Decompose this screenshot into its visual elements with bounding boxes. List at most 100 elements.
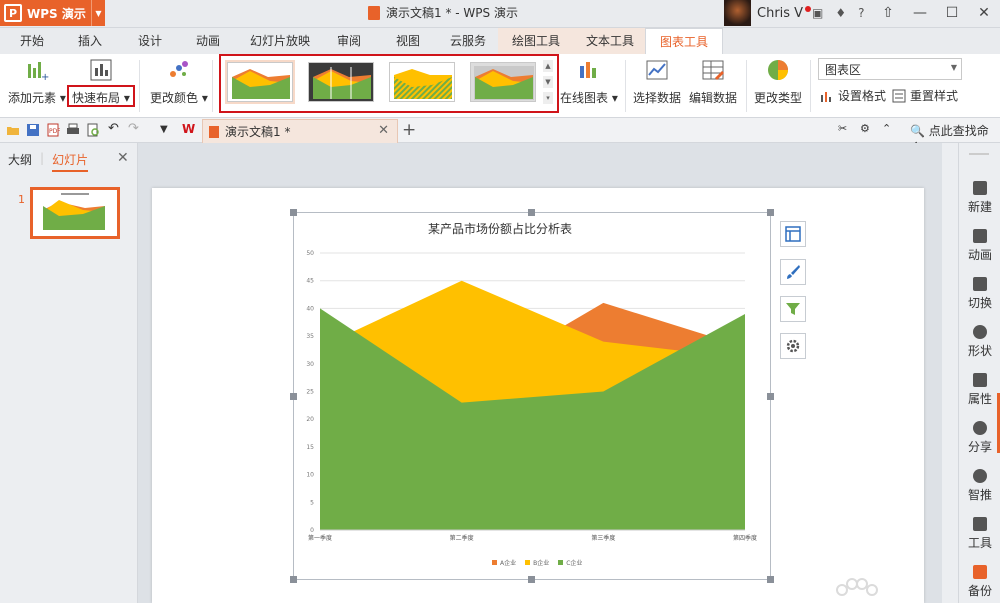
resize-handle[interactable] [290,393,297,400]
drag-grip-icon[interactable] [969,153,989,155]
gallery-up-icon[interactable]: ▲ [543,60,553,72]
online-chart-button[interactable]: 在线图表 ▾ [560,58,618,106]
undo-icon[interactable]: ↶ [108,121,122,136]
pane-properties[interactable]: 属性 [959,373,1000,407]
user-area[interactable]: Chris V [724,0,812,26]
avatar[interactable] [724,0,751,26]
tab-chart-tools[interactable]: 图表工具 [645,28,724,54]
maximize-icon[interactable]: ☐ [936,0,968,26]
edit-data-button[interactable]: 编辑数据 [689,58,737,106]
quick-access-dropdown-icon[interactable]: ▼ [160,124,174,138]
open-folder-icon[interactable] [6,123,20,137]
chart-elements-button[interactable] [780,221,806,247]
chart-style-2[interactable] [308,62,374,102]
user-name[interactable]: Chris V [757,6,803,21]
new-tab-icon[interactable]: + [402,120,416,140]
tab-drawing-tools[interactable]: 绘图工具 [498,28,575,54]
pane-transition-label: 切换 [967,296,992,310]
window-title: 演示文稿1 * - WPS 演示 [368,4,518,21]
export-pdf-icon[interactable]: PDF [46,123,60,137]
help-icon[interactable]: ? [858,6,864,20]
chart-legend[interactable]: A企业 B企业 C企业 [492,558,582,567]
resize-handle[interactable] [528,209,535,216]
pin-icon[interactable]: ⇧ [872,0,904,26]
app-menu-button[interactable]: P WPS 演示 ▼ [0,0,105,26]
chart-title[interactable]: 某产品市场份额占比分析表 [0,220,1000,237]
svg-text:PDF: PDF [49,128,60,135]
filter-icon [786,303,800,315]
change-type-button[interactable]: 更改类型 [754,58,802,106]
divider [139,60,140,112]
print-preview-icon[interactable] [86,123,100,137]
gallery-more-icon[interactable]: ▾ [543,92,553,104]
app-name: WPS 演示 [27,6,86,21]
task-pane-bar: 新建 动画 切换 形状 属性 分享 智推 工具 备份 [958,143,1000,603]
panel-tabs: 大纲 | 幻灯片 [8,151,89,172]
redo-icon[interactable]: ↷ [128,121,142,136]
resize-handle[interactable] [767,576,774,583]
resize-handle[interactable] [290,576,297,583]
tab-animation[interactable]: 动画 [196,32,220,49]
resize-handle[interactable] [290,209,297,216]
collapse-ribbon-icon[interactable]: ⌃ [882,122,896,136]
tab-slideshow[interactable]: 幻灯片放映 [250,32,310,49]
pane-smart[interactable]: 智推 [959,469,1000,503]
add-element-button[interactable]: + 添加元素 ▾ [8,58,66,106]
tab-home[interactable]: 开始 [20,32,44,49]
pane-animation[interactable]: 动画 [959,229,1000,263]
tab-text-tools[interactable]: 文本工具 [572,28,649,54]
format-button[interactable]: 设置格式 [820,87,886,104]
select-data-icon [646,60,668,80]
pane-tools[interactable]: 工具 [959,517,1000,551]
app-dropdown-icon[interactable]: ▼ [91,0,105,26]
transition-icon [973,277,987,291]
tab-view[interactable]: 视图 [396,32,420,49]
minimize-icon[interactable]: — [904,0,936,26]
tab-insert[interactable]: 插入 [78,32,102,49]
chart-element-select[interactable]: 图表区 ▼ [818,58,962,80]
vertical-scrollbar[interactable] [942,143,958,603]
settings-icon[interactable]: ⚙ [860,122,874,136]
gallery-down-icon[interactable]: ▼ [543,76,553,88]
tab-design[interactable]: 设计 [138,32,162,49]
pin-tool-icon[interactable]: ✂ [838,122,852,136]
chart-style-brush-button[interactable] [780,259,806,285]
pane-share[interactable]: 分享 [959,421,1000,455]
close-panel-icon[interactable]: ✕ [117,150,129,166]
wps-logo-icon: P [4,4,22,22]
save-icon[interactable] [26,123,40,137]
window-title-text: 演示文稿1 * - WPS 演示 [386,6,518,20]
document-tab[interactable]: 演示文稿1 * ✕ [202,119,398,143]
legend-label-b: B企业 [533,560,550,567]
skin-icon[interactable]: ▣ [812,6,823,20]
chart-style-4[interactable] [470,62,536,102]
tab-review[interactable]: 审阅 [337,32,361,49]
resize-handle[interactable] [767,393,774,400]
reset-style-button[interactable]: 重置样式 [892,87,958,104]
chart-style-1[interactable] [225,60,295,104]
select-data-button[interactable]: 选择数据 [633,58,681,106]
chart-filter-button[interactable] [780,296,806,322]
legend-label-c: C企业 [566,560,583,567]
pane-new[interactable]: 新建 [959,181,1000,215]
resize-handle[interactable] [767,209,774,216]
slides-panel: 大纲 | 幻灯片 ✕ 1 [0,143,138,603]
change-color-button[interactable]: 更改颜色 ▾ [150,58,208,106]
close-tab-icon[interactable]: ✕ [378,123,389,138]
gallery-scroll[interactable]: ▲ ▼ ▾ [543,60,553,106]
pane-shape[interactable]: 形状 [959,325,1000,359]
tab-outline[interactable]: 大纲 [8,151,32,172]
wps-w-logo-icon: W [182,122,196,136]
tab-slides[interactable]: 幻灯片 [52,151,89,172]
layout-elements-icon [785,226,801,242]
chart-object[interactable] [293,212,771,580]
shirt-icon[interactable]: ♦ [835,6,846,20]
tab-cloud[interactable]: 云服务 [450,32,486,49]
chart-style-3[interactable] [389,62,455,102]
pane-backup[interactable]: 备份 [959,565,1000,599]
resize-handle[interactable] [528,576,535,583]
chart-settings-button[interactable] [780,333,806,359]
close-icon[interactable]: ✕ [968,0,1000,26]
pane-transition[interactable]: 切换 [959,277,1000,311]
print-icon[interactable] [66,123,80,137]
